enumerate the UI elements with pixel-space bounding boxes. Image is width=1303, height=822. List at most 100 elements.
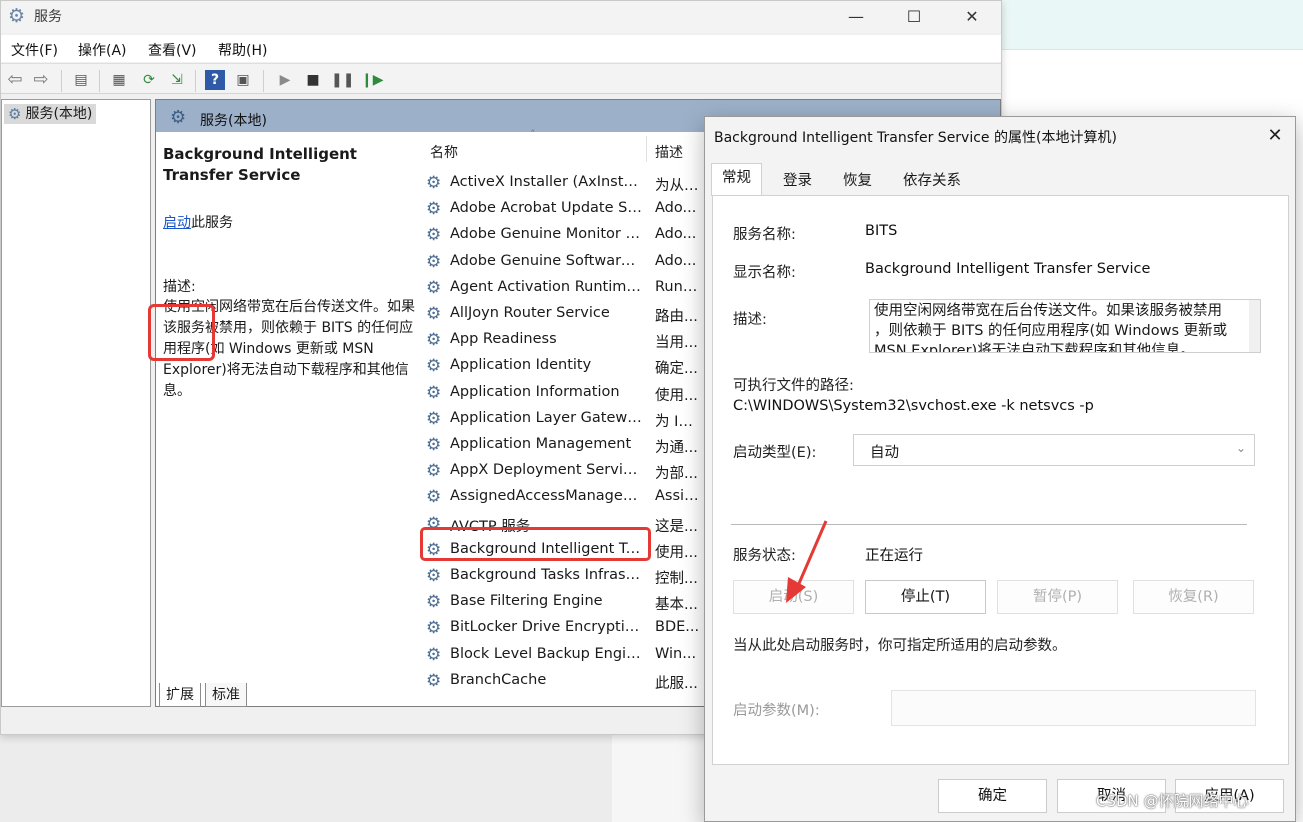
service-description: 路由... bbox=[655, 309, 698, 325]
column-header-description[interactable]: 描述 bbox=[655, 142, 683, 162]
search-services-icon: ⚙ bbox=[170, 107, 187, 128]
startup-type-value: 自动 bbox=[870, 445, 899, 461]
column-separator[interactable] bbox=[646, 136, 647, 162]
main-header-title: 服务(本地) bbox=[200, 113, 267, 129]
column-header-name[interactable]: 名称 bbox=[430, 142, 458, 162]
properties-icon[interactable]: ▦ bbox=[109, 70, 129, 90]
service-gear-icon: ⚙ bbox=[426, 330, 442, 351]
title-bar[interactable]: ⚙ 服务 — ☐ ✕ bbox=[1, 1, 1001, 33]
service-name: Agent Activation Runtime_... bbox=[450, 278, 642, 295]
description-line: 使用空闲网络带宽在后台传送文件。如果该服务被禁用 bbox=[874, 303, 1222, 319]
table-row[interactable]: ⚙ Application Identity 确定... bbox=[422, 353, 712, 379]
stop-icon[interactable]: ■ bbox=[303, 70, 323, 90]
table-row[interactable]: ⚙ Agent Activation Runtime_... Runt... bbox=[422, 275, 712, 301]
close-button[interactable]: ✕ bbox=[943, 1, 1001, 33]
table-row[interactable]: ⚙ ActiveX Installer (AxInstSV) 为从 ... bbox=[422, 170, 712, 196]
tab-recovery[interactable]: 恢复 bbox=[833, 167, 882, 195]
menu-help[interactable]: 帮助(H) bbox=[218, 40, 267, 60]
table-row[interactable]: ⚙ BitLocker Drive Encryption ... BDE... bbox=[422, 615, 712, 641]
tree-item-services-local[interactable]: ⚙ 服务(本地) bbox=[4, 104, 97, 124]
tab-standard[interactable]: 标准 bbox=[205, 683, 247, 707]
service-name: Background Tasks Infrastru... bbox=[450, 567, 642, 583]
help-icon[interactable]: ? bbox=[205, 70, 225, 90]
table-row[interactable]: ⚙ Block Level Backup Engine ... Win... bbox=[422, 642, 712, 668]
tab-general[interactable]: 常规 bbox=[711, 163, 762, 196]
resume-button[interactable]: 恢复(R) bbox=[1133, 580, 1254, 614]
desktop-background bbox=[0, 735, 612, 822]
tab-dependencies[interactable]: 依存关系 bbox=[893, 167, 971, 195]
window-title: 服务 bbox=[34, 9, 62, 25]
service-description: 此服... bbox=[655, 675, 698, 692]
service-name: Adobe Genuine Software I... bbox=[450, 252, 642, 269]
table-row[interactable]: ⚙ Application Information 使用... bbox=[422, 380, 712, 406]
table-row[interactable]: ⚙ App Readiness 当用... bbox=[422, 327, 712, 353]
service-name: AppX Deployment Service ... bbox=[450, 462, 642, 479]
service-description: Ado... bbox=[655, 252, 697, 269]
view-icon[interactable]: ▣ bbox=[233, 70, 253, 90]
services-gear-icon: ⚙ bbox=[8, 105, 22, 123]
table-row[interactable]: ⚙ Adobe Genuine Software I... Ado... bbox=[422, 249, 712, 275]
forward-icon[interactable]: ⇨ bbox=[31, 70, 51, 90]
service-name: BitLocker Drive Encryption ... bbox=[450, 619, 642, 636]
start-parameters-input[interactable] bbox=[891, 690, 1256, 726]
table-row[interactable]: ⚙ Adobe Genuine Monitor S... Ado... bbox=[422, 222, 712, 248]
service-description: Assig... bbox=[655, 488, 701, 505]
table-row[interactable]: ⚙ Adobe Acrobat Update Ser... Ado... bbox=[422, 196, 712, 222]
tree-item-label: 服务(本地) bbox=[25, 106, 93, 122]
service-name-label: 服务名称: bbox=[733, 227, 796, 243]
service-gear-icon: ⚙ bbox=[426, 251, 442, 272]
startup-type-label: 启动类型(E): bbox=[733, 445, 817, 461]
table-row[interactable]: ⚙ AssignedAccessManager ... Assig... bbox=[422, 484, 712, 510]
table-row[interactable]: ⚙ AllJoyn Router Service 路由... bbox=[422, 301, 712, 327]
service-name: Application Layer Gateway ... bbox=[450, 409, 642, 426]
tree-pane: ⚙ 服务(本地) bbox=[1, 99, 151, 707]
service-description: 使用... bbox=[655, 544, 698, 561]
console-tree-icon[interactable]: ▤ bbox=[71, 70, 91, 90]
maximize-button[interactable]: ☐ bbox=[885, 1, 943, 33]
stop-button[interactable]: 停止(T) bbox=[865, 580, 986, 614]
service-gear-icon: ⚙ bbox=[426, 487, 442, 508]
description-scrollbar[interactable] bbox=[1249, 300, 1260, 352]
service-name: Base Filtering Engine bbox=[450, 593, 603, 610]
general-tab-panel: 服务名称: BITS 显示名称: Background Intelligent … bbox=[712, 195, 1289, 765]
service-gear-icon: ⚙ bbox=[426, 566, 442, 586]
table-row[interactable]: ⚙ Application Layer Gateway ... 为 In... bbox=[422, 406, 712, 432]
service-description: 确定... bbox=[655, 361, 698, 378]
startup-type-highlight-annotation bbox=[148, 304, 215, 361]
tab-logon[interactable]: 登录 bbox=[773, 167, 822, 195]
menu-view[interactable]: 查看(V) bbox=[148, 40, 197, 60]
dialog-close-icon[interactable]: ✕ bbox=[1261, 123, 1289, 149]
minimize-button[interactable]: — bbox=[827, 1, 885, 33]
start-parameters-hint: 当从此处启动服务时，你可指定所适用的启动参数。 bbox=[733, 638, 1067, 654]
pause-icon[interactable]: ❚❚ bbox=[331, 70, 354, 90]
description-line: MSN Explorer)将无法自动下载程序和其他信息。 bbox=[874, 343, 1195, 353]
service-gear-icon: ⚙ bbox=[426, 461, 442, 482]
startup-type-select[interactable]: 自动 ⌄ bbox=[853, 434, 1255, 466]
menu-action[interactable]: 操作(A) bbox=[78, 40, 127, 60]
service-name: BranchCache bbox=[450, 671, 547, 688]
start-parameters-label: 启动参数(M): bbox=[733, 703, 820, 719]
service-gear-icon: ⚙ bbox=[426, 277, 442, 298]
service-description: 当用... bbox=[655, 335, 698, 352]
back-icon[interactable]: ⇦ bbox=[5, 70, 25, 90]
pause-button[interactable]: 暂停(P) bbox=[997, 580, 1118, 614]
refresh-icon[interactable]: ⟳ bbox=[139, 70, 159, 90]
table-row[interactable]: ⚙ Background Tasks Infrastru... 控制... bbox=[422, 563, 712, 589]
toolbar-separator bbox=[263, 70, 264, 92]
table-row[interactable]: ⚙ BranchCache 此服... bbox=[422, 668, 712, 694]
service-gear-icon: ⚙ bbox=[426, 199, 442, 220]
service-description: 为 In... bbox=[655, 413, 701, 430]
table-row[interactable]: ⚙ Base Filtering Engine 基本... bbox=[422, 589, 712, 615]
start-service-suffix: 此服务 bbox=[191, 215, 233, 231]
play-icon[interactable]: ▶ bbox=[275, 70, 295, 90]
table-row[interactable]: ⚙ Application Management 为通... bbox=[422, 432, 712, 458]
description-box[interactable]: 使用空闲网络带宽在后台传送文件。如果该服务被禁用 ，则依赖于 BITS 的任何应… bbox=[869, 299, 1261, 353]
toolbar: ⇦ ⇨ ▤ ▦ ⟳ ⇲ ? ▣ ▶ ■ ❚❚ ❙▶ bbox=[1, 63, 1001, 94]
start-service-link[interactable]: 启动 bbox=[163, 215, 191, 231]
export-icon[interactable]: ⇲ bbox=[167, 70, 187, 90]
table-row[interactable]: ⚙ AppX Deployment Service ... 为部... bbox=[422, 458, 712, 484]
menu-file[interactable]: 文件(F) bbox=[11, 40, 58, 60]
ok-button[interactable]: 确定 bbox=[938, 779, 1047, 813]
tab-extended[interactable]: 扩展 bbox=[159, 683, 201, 707]
restart-icon[interactable]: ❙▶ bbox=[361, 70, 384, 90]
